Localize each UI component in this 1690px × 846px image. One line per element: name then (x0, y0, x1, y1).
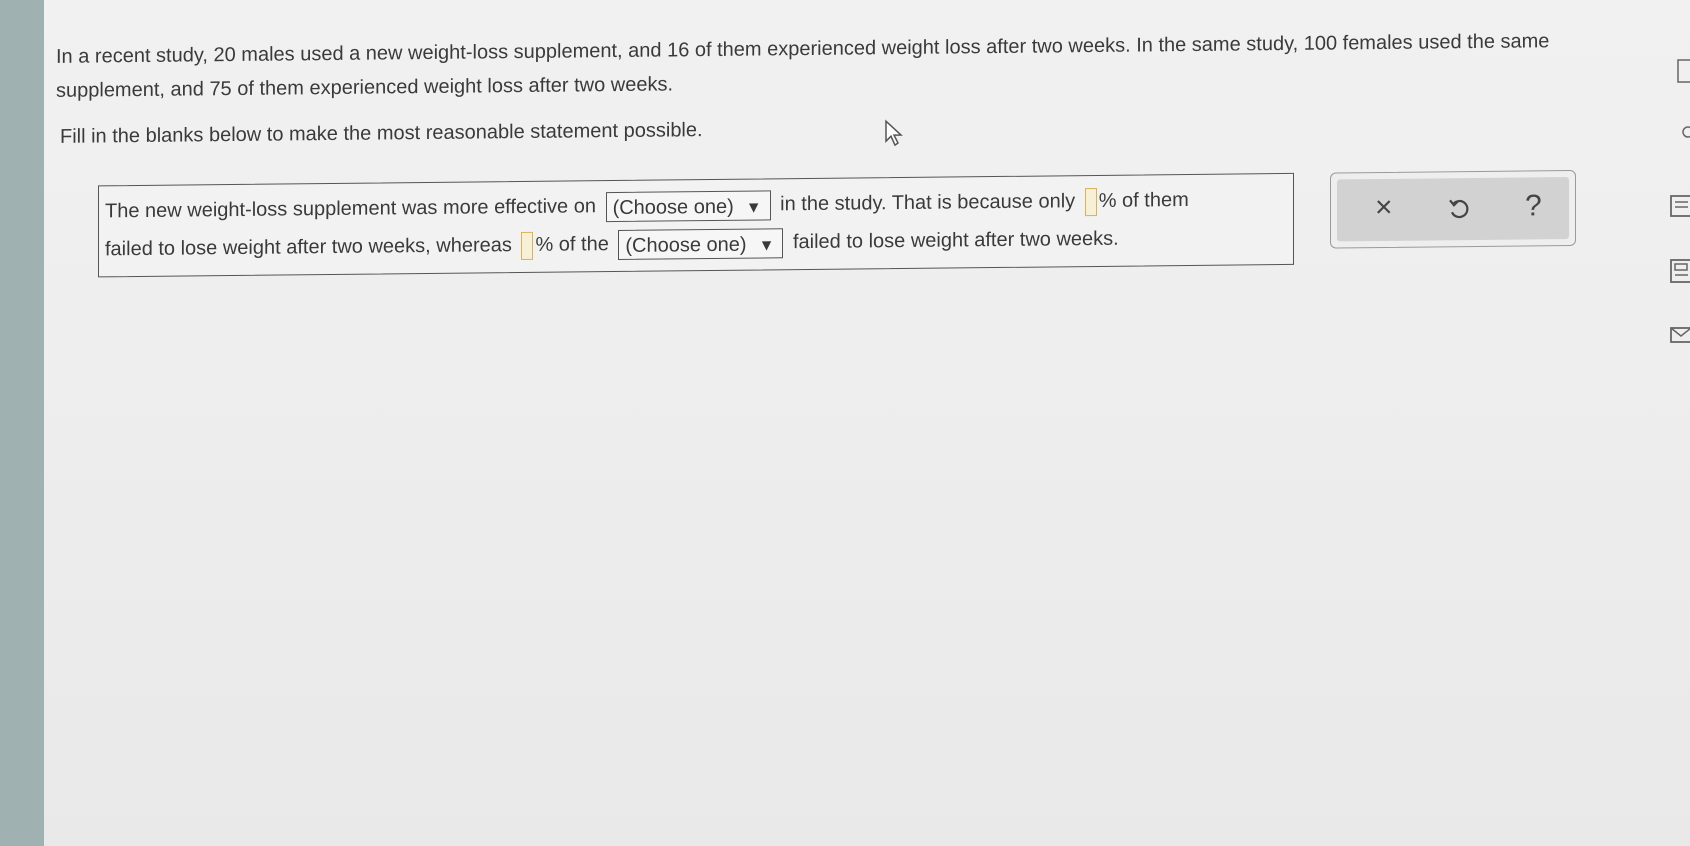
fill-in-statement: The new weight-loss supplement was more … (98, 172, 1294, 278)
statement-text-2: in the study. That is because only (780, 190, 1076, 216)
group-select-2[interactable]: (Choose one) ▼ (618, 227, 784, 260)
undo-icon[interactable] (1447, 196, 1473, 222)
clear-answer-icon[interactable]: × (1375, 191, 1393, 225)
select-1-value: (Choose one) (612, 195, 734, 219)
help-icon[interactable]: ? (1525, 189, 1542, 223)
percent-suffix-2: % of the (535, 233, 609, 256)
screen: In a recent study, 20 males used a new w… (44, 0, 1690, 846)
answer-tools-bar: × ? (1337, 177, 1569, 242)
side-circle-icon[interactable] (1676, 124, 1690, 140)
problem-text: In a recent study, 20 males used a new w… (56, 30, 1550, 102)
side-document-icon[interactable] (1668, 194, 1690, 218)
dropdown-arrow-icon: ▼ (745, 199, 762, 217)
side-mail-icon[interactable] (1668, 326, 1690, 344)
statement-text-3: failed to lose weight after two weeks, w… (105, 234, 512, 261)
dropdown-arrow-icon: ▼ (758, 237, 775, 255)
statement-text-1: The new weight-loss supplement was more … (105, 195, 596, 223)
question-area: In a recent study, 20 males used a new w… (44, 0, 1690, 846)
side-toolbar-icon[interactable] (1676, 58, 1690, 84)
percent-suffix-1: % of them (1098, 189, 1189, 212)
statement-text-4: failed to lose weight after two weeks. (792, 227, 1119, 254)
percent-input-1[interactable] (1084, 187, 1097, 216)
select-2-value: (Choose one) (625, 233, 747, 257)
answer-tools-panel: × ? (1330, 169, 1576, 249)
side-calculator-icon[interactable] (1668, 258, 1690, 284)
percent-input-2[interactable] (521, 231, 534, 260)
instruction-text: Fill in the blanks below to make the mos… (60, 119, 703, 148)
group-select-1[interactable]: (Choose one) ▼ (605, 190, 771, 222)
mouse-cursor-icon (885, 119, 903, 147)
